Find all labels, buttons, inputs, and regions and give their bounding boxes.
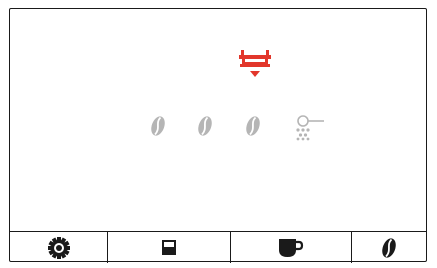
drip-tray-alert-icon (237, 49, 277, 87)
status-icons-row (140, 109, 360, 145)
gear-icon (47, 236, 70, 259)
coffee-strength-button[interactable] (352, 232, 426, 263)
coffee-bean-icon (245, 115, 261, 137)
small-cup-button[interactable] (108, 232, 231, 263)
coffee-bean-icon (150, 115, 166, 137)
display-frame (9, 8, 427, 263)
display-content (10, 9, 426, 231)
large-cup-icon (279, 238, 304, 257)
large-cup-button[interactable] (231, 232, 352, 263)
small-cup-icon (162, 239, 176, 255)
settings-button[interactable] (10, 232, 108, 263)
ground-coffee-icon (291, 113, 327, 141)
coffee-bean-icon (197, 115, 213, 137)
coffee-bean-icon (382, 237, 396, 258)
bottom-button-bar (10, 231, 426, 263)
